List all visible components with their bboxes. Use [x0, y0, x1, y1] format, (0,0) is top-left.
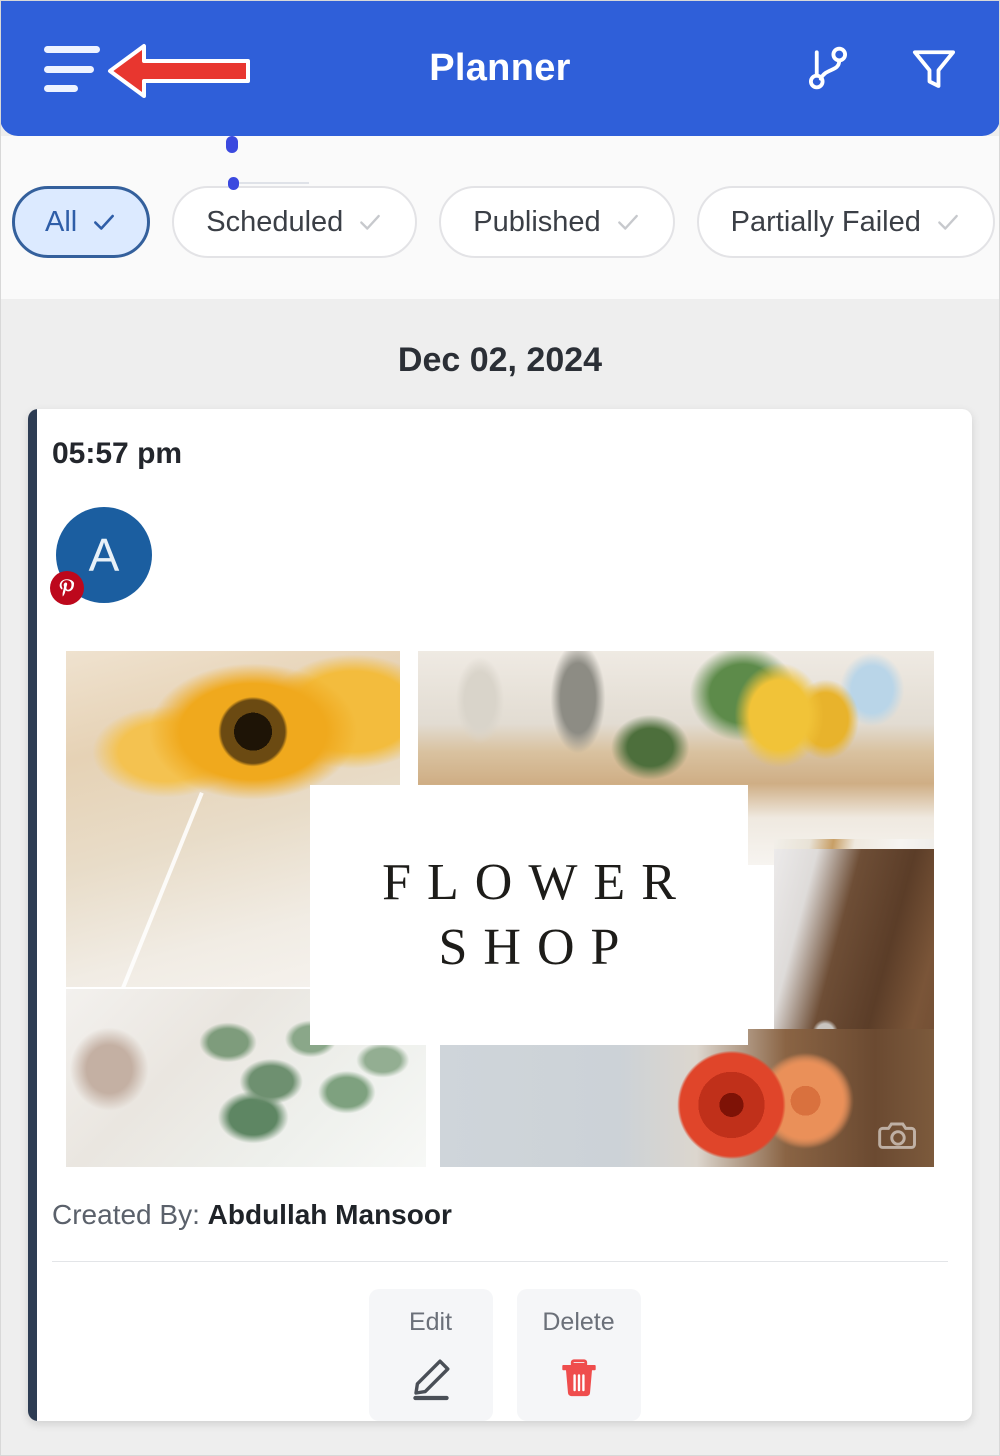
- filter-chip-scheduled-label: Scheduled: [206, 205, 344, 238]
- post-media-collage[interactable]: FLOWER SHOP: [52, 639, 948, 1179]
- app-bar: Planner: [0, 0, 1000, 136]
- filter-chip-list: All Scheduled Published Partially Failed: [12, 186, 995, 258]
- edit-button-label: Edit: [408, 1307, 453, 1336]
- shuffle-button[interactable]: [798, 38, 858, 98]
- check-icon: [357, 209, 383, 235]
- created-by-name: Abdullah Mansoor: [207, 1199, 452, 1230]
- edit-button[interactable]: Edit: [368, 1289, 493, 1421]
- delete-button-label: Delete: [542, 1307, 615, 1336]
- post-card-accent-bar: [28, 409, 37, 1421]
- post-action-bar: Edit Delete: [28, 1289, 972, 1421]
- camera-watermark-icon: [878, 1122, 916, 1149]
- check-icon: [935, 209, 961, 235]
- post-card[interactable]: 05:57 pm A FLOWER SHOP Created By: Abdul…: [28, 409, 972, 1421]
- check-icon: [615, 209, 641, 235]
- scroll-indicator-dot: [228, 177, 239, 190]
- filter-button[interactable]: [904, 38, 964, 98]
- scroll-indicator-dot-top: [226, 136, 238, 153]
- feed-area: Dec 02, 2024 05:57 pm A FLOWER SHOP Crea…: [0, 299, 1000, 1456]
- avatar[interactable]: A: [50, 507, 152, 605]
- created-by-label: Created By:: [52, 1199, 200, 1230]
- filter-chip-scheduled[interactable]: Scheduled: [172, 186, 418, 258]
- logo-line-1: FLOWER: [382, 854, 692, 911]
- post-time: 05:57 pm: [52, 437, 183, 470]
- check-icon: [91, 209, 117, 235]
- collage-photo-roses: [440, 1029, 934, 1167]
- pencil-icon: [406, 1353, 456, 1403]
- card-divider: [52, 1261, 948, 1262]
- filter-funnel-icon: [912, 50, 956, 88]
- filter-chip-all-label: All: [45, 205, 78, 238]
- filter-chip-partially-failed[interactable]: Partially Failed: [696, 186, 995, 258]
- collage-logo-panel: FLOWER SHOP: [310, 785, 748, 1045]
- filter-chip-published[interactable]: Published: [439, 186, 675, 258]
- filter-chip-all[interactable]: All: [12, 186, 151, 258]
- filter-chip-partially-failed-label: Partially Failed: [730, 205, 921, 238]
- scroll-indicator-line: [239, 182, 309, 184]
- logo-line-2: SHOP: [438, 919, 636, 976]
- filter-chip-strip[interactable]: All Scheduled Published Partially Failed: [0, 136, 1000, 299]
- git-branch-icon: [808, 46, 848, 90]
- filter-chip-published-label: Published: [473, 205, 601, 238]
- app-bar-actions: [798, 38, 964, 98]
- created-by: Created By: Abdullah Mansoor: [52, 1199, 452, 1231]
- planner-screen: Planner All Scheduled Published Partiall…: [0, 0, 1000, 1456]
- trash-icon: [554, 1353, 604, 1403]
- date-header: Dec 02, 2024: [397, 341, 603, 379]
- delete-button[interactable]: Delete: [516, 1289, 641, 1421]
- pinterest-glyph-icon: [59, 579, 75, 597]
- pinterest-icon: [50, 571, 84, 605]
